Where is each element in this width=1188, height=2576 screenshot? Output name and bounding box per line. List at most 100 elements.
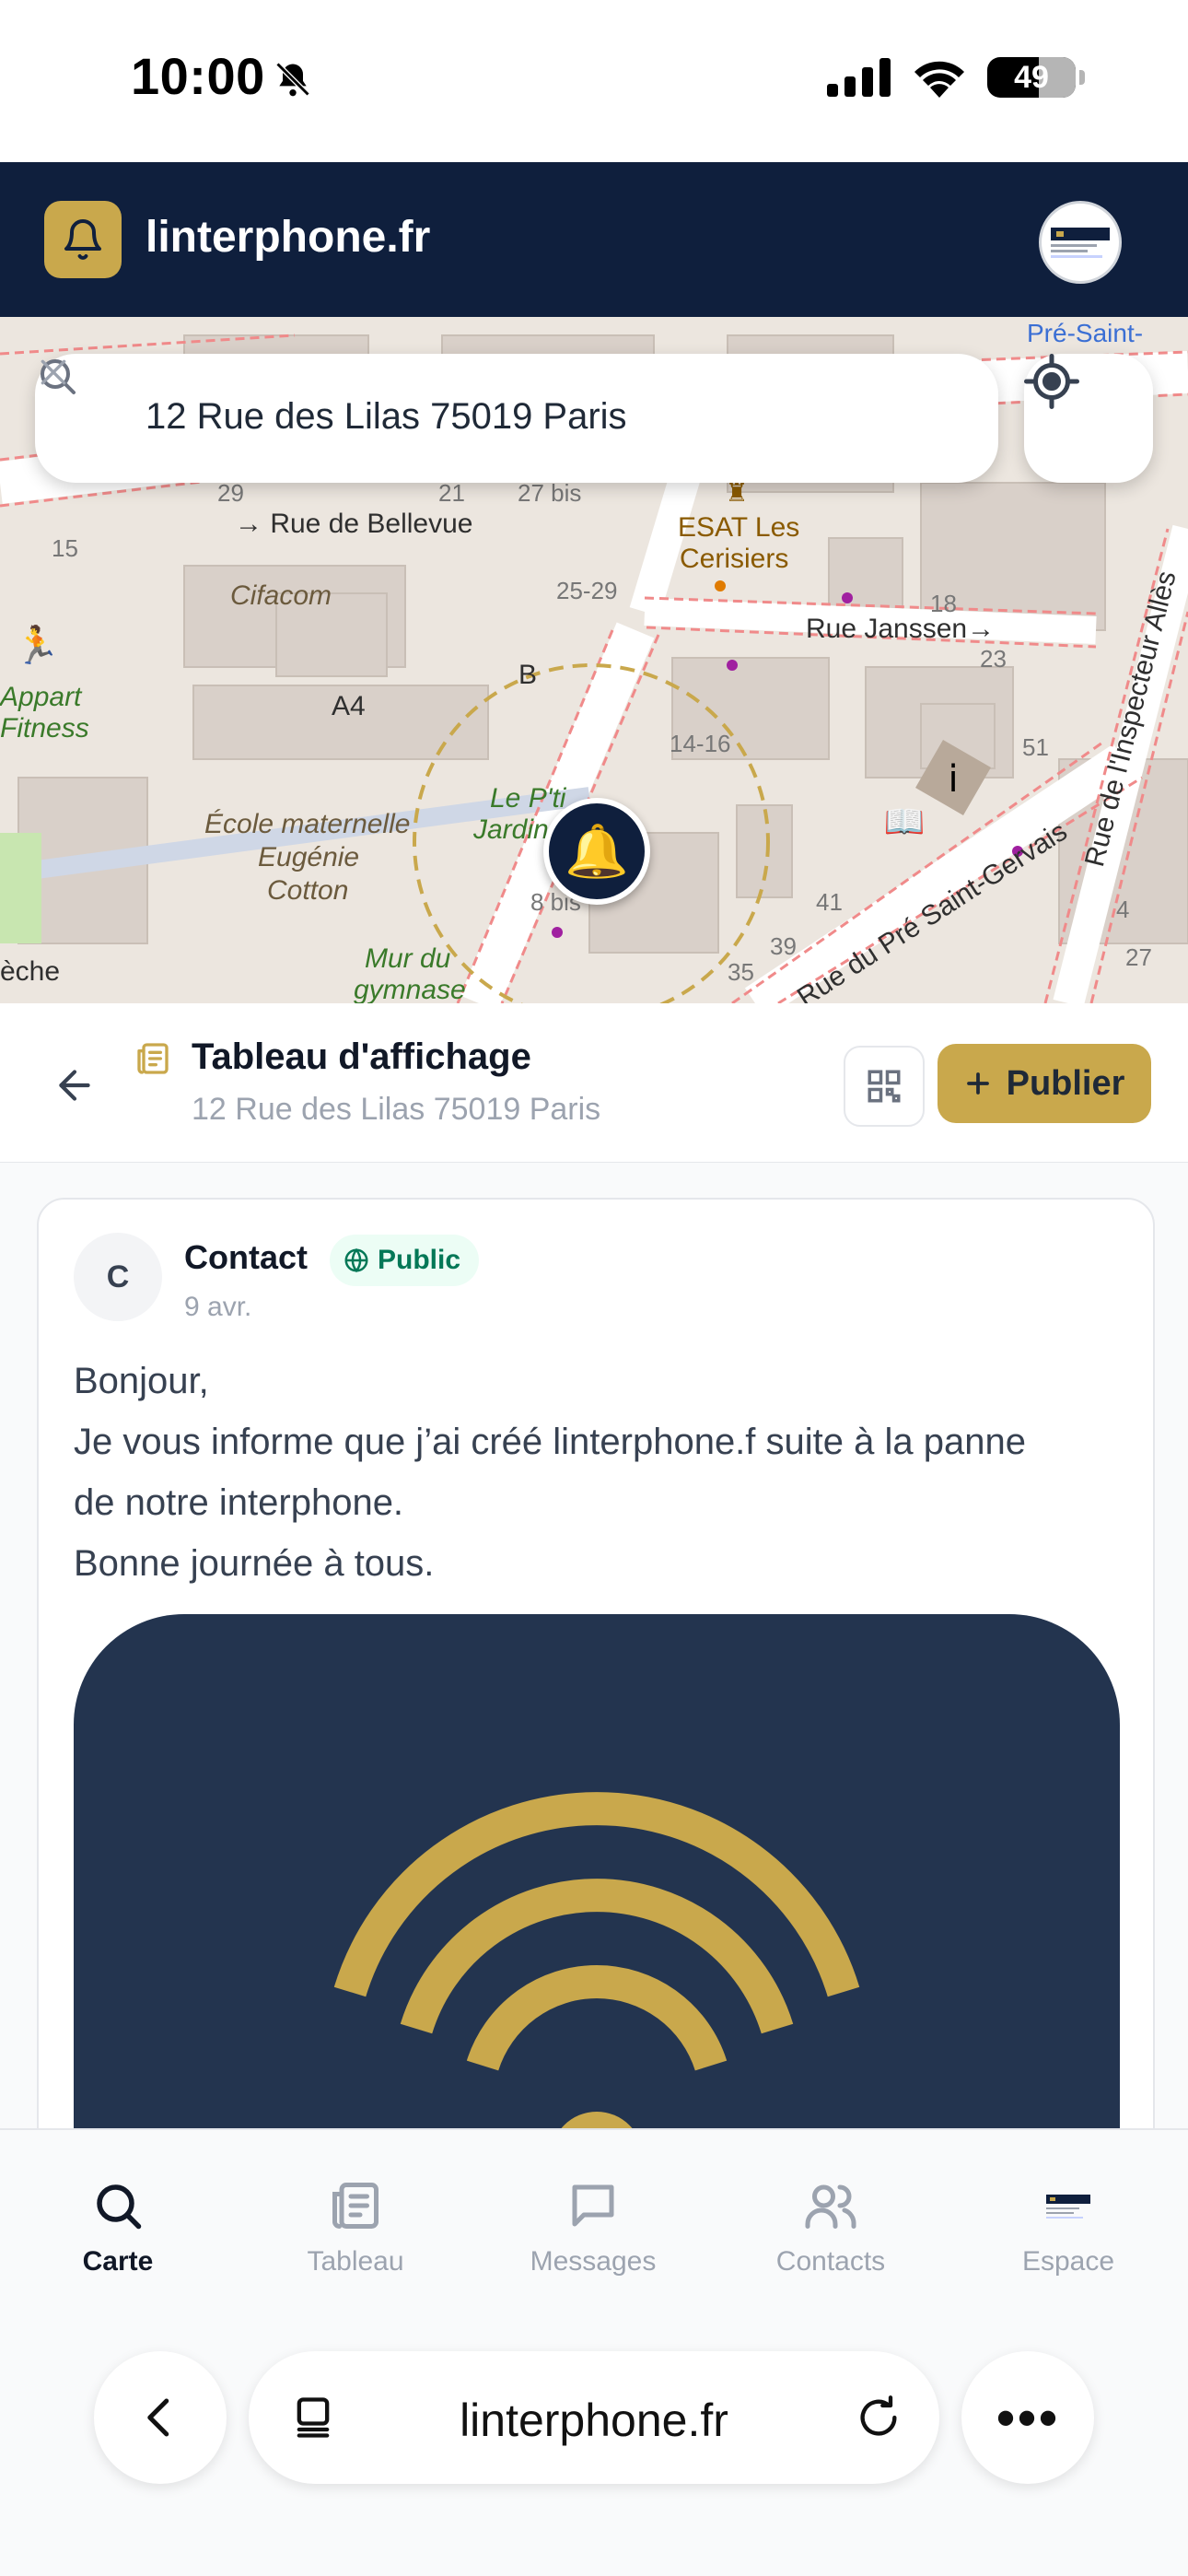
thumbnail-icon [1046,2195,1090,2219]
bell-icon [64,219,101,260]
tab-label: Tableau [307,2246,404,2277]
users-icon [805,2184,856,2229]
map-label-41: 41 [816,888,843,916]
qr-code-button[interactable] [844,1046,925,1127]
post-line: Bonjour, [74,1361,209,1401]
map-label-23: 23 [980,645,1007,673]
map-label-39: 39 [770,932,797,960]
status-bar: 10:00 49 [0,0,1188,162]
map-label-appart2: Fitness [0,713,89,744]
board-header: Tableau d'affichage 12 Rue des Lilas 750… [0,1003,1188,1164]
map-label-29: 29 [217,479,244,507]
reload-icon[interactable] [855,2394,903,2441]
map-label-mur2: gymnase [354,975,466,1003]
map-label-15: 15 [52,534,78,562]
chevron-left-icon [147,2398,169,2437]
map-label-ecole2: Eugénie [258,842,360,872]
visibility-badge: Public [330,1235,480,1286]
map-label-eche: èche [0,956,61,987]
map-label-a4: A4 [332,691,366,721]
map-label-2529: 25-29 [556,577,618,604]
newspaper-icon [332,2183,379,2229]
tab-carte[interactable]: Carte [26,2178,210,2277]
globe-icon [344,1247,368,1273]
avatar[interactable] [1039,201,1122,284]
browser-address-bar[interactable]: linterphone.fr [249,2351,939,2484]
qr-code-icon [868,1070,901,1103]
browser-back-button[interactable] [94,2351,227,2484]
svg-text:📖: 📖 [884,802,926,840]
avatar: C [74,1233,162,1321]
tab-espace[interactable]: Espace [976,2178,1160,2277]
plus-icon [966,1072,989,1095]
locate-button[interactable] [1024,354,1153,483]
map-label-esat2: Cerisiers [680,544,789,574]
publish-button[interactable]: Publier [938,1044,1151,1123]
tab-label: Espace [1021,2246,1115,2277]
tab-label: Contacts [775,2246,886,2277]
page-title: Tableau d'affichage [192,1036,531,1077]
post-image[interactable] [74,1614,1120,2128]
map-label-rue-bellevue: → Rue de Bellevue [235,509,473,539]
map[interactable]: i 📖 ♜ 🏃 → Rue de Bellevue Rue Janssen→ P… [0,317,1188,1003]
post-card[interactable]: C Contact Public 9 avr. Bonjour, Je vous… [37,1198,1155,2128]
map-label-appart1: Appart [0,682,82,712]
map-label-27: 27 [1125,943,1152,971]
status-time: 10:00 [131,47,265,105]
tab-label: Messages [530,2246,657,2277]
post-date: 9 avr. [184,1292,252,1322]
map-label-4: 4 [1116,896,1130,923]
crosshair-icon [1024,354,1079,409]
search-input[interactable]: 12 Rue des Lilas 75019 Paris [146,396,627,438]
post-author: Contact [184,1238,308,1276]
map-label-1416: 14-16 [670,730,731,757]
tab-bar: Carte Tableau Messages Contacts Espace [0,2128,1188,2324]
app-logo[interactable] [44,201,122,278]
map-label-mur1: Mur du [365,943,451,974]
wifi-signal-logo [333,1792,860,2128]
map-label-18: 18 [930,590,957,617]
publish-label: Publier [1006,1063,1125,1103]
post-line: Je vous informe que j’ai créé linterphon… [74,1422,1026,1462]
tab-tableau[interactable]: Tableau [263,2178,448,2277]
map-label-27bis: 27 bis [518,479,582,507]
svg-text:🏃: 🏃 [14,624,60,666]
newspaper-icon [137,1043,169,1074]
map-label-21: 21 [438,479,465,507]
board-address: 12 Rue des Lilas 75019 Paris [192,1092,601,1127]
close-icon[interactable] [35,354,72,391]
map-label-ecole3: Cotton [267,875,349,906]
tab-messages[interactable]: Messages [501,2178,685,2277]
browser-url: linterphone.fr [460,2395,728,2446]
search-bar[interactable]: 12 Rue des Lilas 75019 Paris [35,354,998,483]
map-label-jardin1: Le P'ti [490,783,566,814]
search-icon [97,2184,142,2230]
map-label-cifacom: Cifacom [230,580,332,611]
bell-icon: 🔔 [565,822,629,880]
feed[interactable]: C Contact Public 9 avr. Bonjour, Je vous… [0,1163,1188,2128]
more-button[interactable]: ••• [961,2351,1094,2484]
message-icon [572,2184,614,2227]
browser-toolbar: linterphone.fr ••• [0,2322,1188,2576]
app-header: linterphone.fr [0,162,1188,317]
map-label-35: 35 [728,958,754,986]
app-title[interactable]: linterphone.fr [146,212,430,263]
post-line: Bonne journée à tous. [74,1543,435,1584]
bell-slash-icon [275,62,310,97]
battery-level: 49 [1014,59,1049,95]
map-label-ecole1: École maternelle [204,809,411,839]
battery-icon: 49 [987,57,1076,98]
map-label-pre-saint: Pré-Saint- [1027,319,1144,347]
map-label-b: B [518,660,538,690]
signal-icon [827,58,891,97]
wifi-icon [914,61,964,98]
post-body: Bonjour, Je vous informe que j’ai créé l… [74,1351,1124,1594]
map-label-51: 51 [1022,733,1049,761]
map-label-rue-janssen: Rue Janssen→ [806,614,996,644]
tab-contacts[interactable]: Contacts [739,2178,923,2277]
svg-text:i: i [948,758,958,801]
visibility-label: Public [378,1245,461,1275]
map-pin[interactable]: 🔔 [543,798,650,905]
post-line: de notre interphone. [74,1482,404,1523]
arrow-left-icon[interactable] [52,1062,98,1108]
